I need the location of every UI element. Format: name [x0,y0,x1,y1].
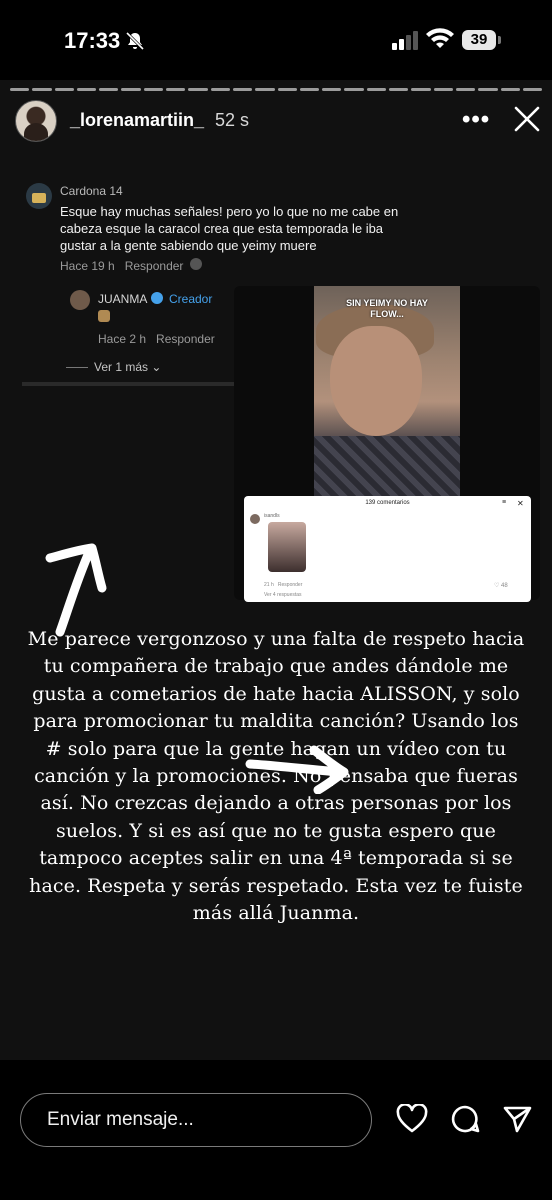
story-age: 52 s [215,110,250,130]
reply-reply: Responder [156,332,215,346]
avatar[interactable] [15,100,57,142]
creator-like-icon [190,258,202,270]
view-more-replies: Ver 1 más ⌄ [66,360,161,374]
panel-more-replies: Ver 4 respuestas [264,592,302,598]
panel-meta: 21 h Responder [264,582,303,588]
reply-avatar [70,290,90,310]
signal-icon [392,31,418,50]
drawn-arrow-up-icon [45,543,107,637]
heart-icon[interactable] [396,1104,428,1134]
send-icon[interactable] [502,1104,532,1134]
video-face [330,326,422,436]
story-caption: Me parece vergonzoso y una falta de resp… [27,628,525,925]
message-input[interactable]: Enviar mensaje... [20,1093,372,1147]
panel-avatar [250,514,260,524]
more-options-icon[interactable]: ••• [462,106,490,134]
reply-meta: Hace 2 h Responder [98,332,215,346]
creator-label: Creador [169,292,213,306]
story-footer: Enviar mensaje... [0,1060,552,1200]
reply-username: JUANMA [98,292,148,306]
panel-like-count: ♡ 48 [494,583,508,589]
message-placeholder: Enviar mensaje... [47,1109,194,1130]
comments-panel: 139 comentarios ≡ ✕ isandls 21 h Respond… [244,496,531,602]
reply-time: Hace 2 h [98,332,147,346]
comment-username: Cardona 14 [60,184,123,198]
divider [22,382,234,386]
story-progress [10,88,543,91]
status-bar: 17:33 39 [0,0,552,80]
mute-bell-icon [125,31,145,51]
close-icon[interactable] [512,104,542,134]
video-overlay-text: SIN YEIMY NO HAY FLOW... [346,298,428,319]
comment-time: Hace 19 h [60,259,115,273]
verified-badge-icon [151,292,163,304]
battery-icon: 39 [462,30,496,50]
story-username[interactable]: _lorenamartiin_ [70,110,204,131]
panel-title: 139 comentarios [365,500,410,506]
comment-text: Esque hay muchas señales! pero yo lo que… [60,204,399,253]
comment-icon[interactable] [450,1104,480,1134]
battery-tip [498,36,501,44]
story-header: _lorenamartiin_ 52 s ••• [0,98,552,142]
comment-reply: Responder [124,259,184,273]
panel-username: isandls [264,513,280,519]
comment-meta: Hace 19 h Responder [60,259,183,273]
clock: 17:33 [64,28,121,53]
wifi-icon [426,28,454,48]
video-shirt [314,436,460,496]
panel-thumbnail [268,522,306,572]
filter-icon: ≡ [502,499,507,506]
panel-close-icon: ✕ [517,499,524,508]
emoji-icon [98,310,110,322]
comment-avatar [26,183,52,209]
